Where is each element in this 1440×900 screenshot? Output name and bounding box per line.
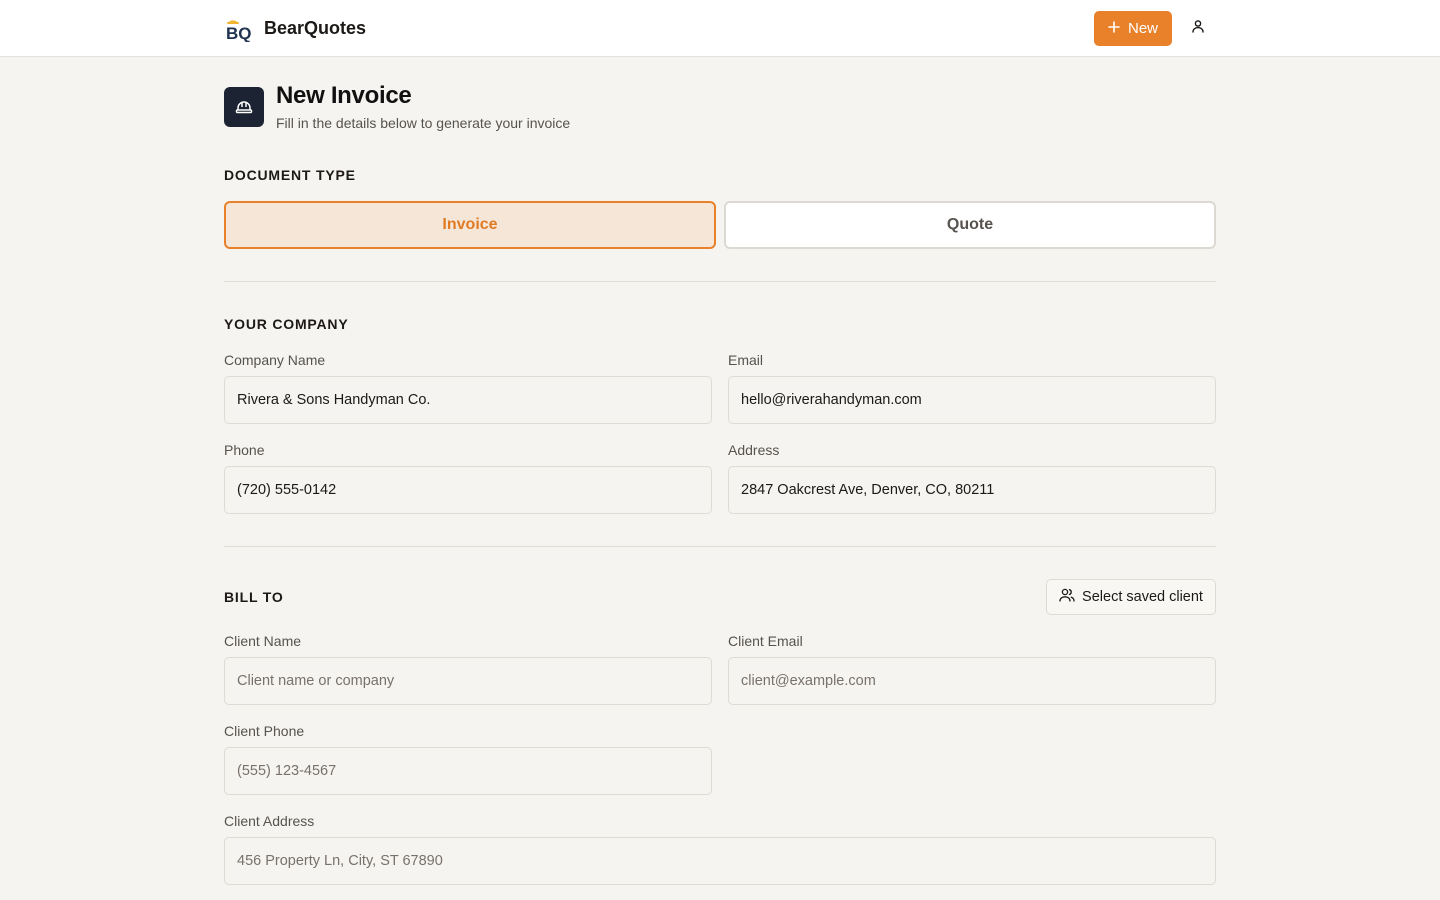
document-type-heading: DOCUMENT TYPE	[224, 167, 356, 183]
page-title: New Invoice	[276, 82, 412, 109]
app-name: BearQuotes	[264, 17, 367, 38]
invoice-type-button[interactable]: Invoice	[224, 201, 716, 249]
page-subtitle: Fill in the details below to generate yo…	[276, 115, 571, 131]
new-button[interactable]: New	[1094, 11, 1172, 46]
company-email-input[interactable]	[728, 376, 1216, 424]
company-address-input[interactable]	[728, 466, 1216, 514]
client-address-label: Client Address	[224, 813, 315, 829]
company-email-label: Email	[728, 352, 764, 368]
client-phone-label: Client Phone	[224, 723, 305, 739]
new-button-label: New	[1127, 20, 1158, 37]
quote-type-button[interactable]: Quote	[724, 201, 1216, 249]
select-saved-client-button[interactable]: Select saved client	[1046, 579, 1216, 615]
section-divider	[224, 546, 1216, 547]
company-phone-label: Phone	[224, 442, 265, 458]
company-phone-input[interactable]	[224, 466, 712, 514]
logo-text: BQ	[226, 24, 252, 42]
user-menu-button[interactable]	[1184, 14, 1212, 42]
company-address-label: Address	[728, 442, 780, 458]
user-icon	[1191, 19, 1205, 38]
client-email-input[interactable]	[728, 657, 1216, 705]
plus-icon	[1108, 20, 1120, 37]
client-address-input[interactable]	[224, 837, 1216, 885]
brand[interactable]: BQ BearQuotes	[224, 14, 367, 44]
top-navbar: BQ BearQuotes New	[0, 0, 1440, 57]
client-phone-input[interactable]	[224, 747, 712, 795]
your-company-heading: YOUR COMPANY	[224, 316, 349, 332]
section-divider	[224, 281, 1216, 282]
users-icon	[1059, 588, 1075, 606]
select-saved-client-label: Select saved client	[1082, 589, 1203, 605]
company-name-input[interactable]	[224, 376, 712, 424]
company-name-label: Company Name	[224, 352, 326, 368]
client-name-input[interactable]	[224, 657, 712, 705]
bill-to-heading: BILL TO	[224, 589, 284, 605]
hard-hat-icon	[224, 87, 264, 127]
bearquotes-logo: BQ	[224, 14, 256, 43]
client-name-label: Client Name	[224, 633, 302, 649]
client-email-label: Client Email	[728, 633, 803, 649]
